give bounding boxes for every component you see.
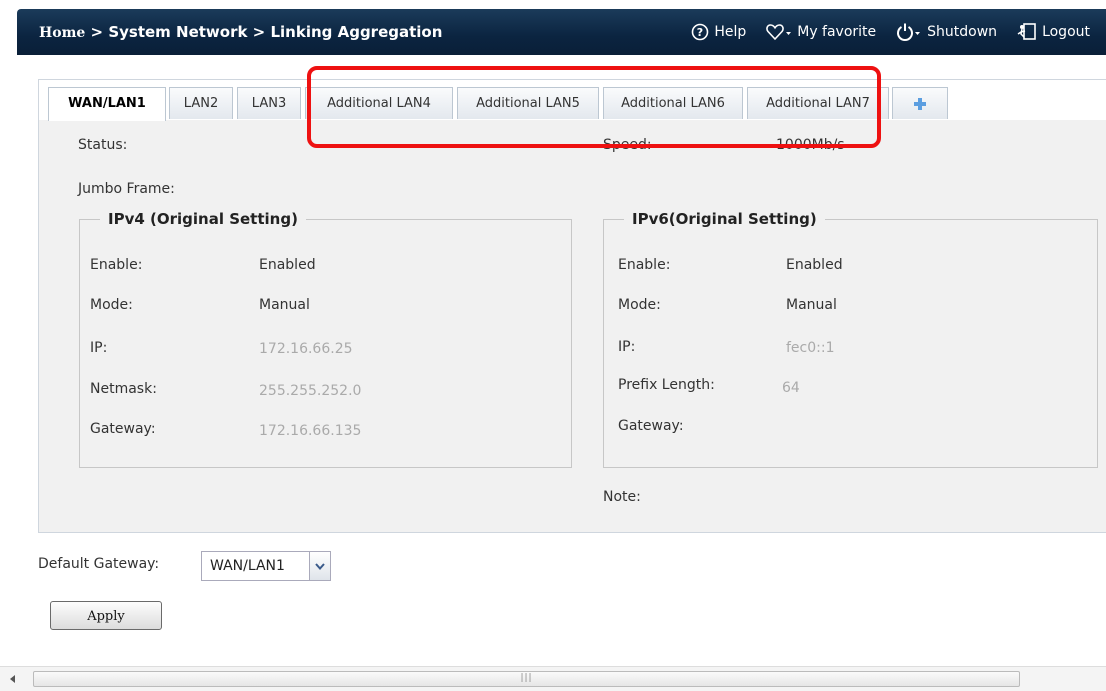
add-tab-icon (914, 97, 926, 110)
ipv4-gateway-value: 172.16.66.135 (259, 423, 362, 439)
my-favorite-label: My favorite (797, 24, 877, 40)
ipv6-prefix-length-label: Prefix Length: (618, 377, 715, 393)
shutdown-label: Shutdown (927, 24, 998, 40)
note-label: Note: (603, 489, 641, 505)
logout-button[interactable]: Logout (1017, 22, 1090, 42)
ipv4-netmask-label: Netmask: (90, 381, 157, 397)
ipv6-enable-value: Enabled (786, 257, 843, 273)
power-icon (897, 23, 921, 41)
ipv4-ip-value: 172.16.66.25 (259, 341, 353, 357)
svg-text:?: ? (697, 26, 703, 39)
horizontal-scrollbar[interactable]: ||| (0, 666, 1106, 691)
tab-lan3[interactable]: LAN3 (237, 87, 301, 119)
logout-label: Logout (1042, 24, 1090, 40)
logout-icon (1017, 23, 1036, 40)
jumbo-frame-label: Jumbo Frame: (78, 181, 175, 197)
ipv6-enable-label: Enable: (618, 257, 671, 273)
ipv4-mode-value: Manual (259, 297, 310, 313)
breadcrumb-current-page: Linking Aggregation (270, 23, 443, 41)
ipv6-mode-value: Manual (786, 297, 837, 313)
ipv4-netmask-value: 255.255.252.0 (259, 383, 362, 399)
help-label: Help (714, 24, 747, 40)
default-gateway-value: WAN/LAN1 (210, 558, 285, 574)
help-button[interactable]: ? Help (691, 23, 746, 41)
tab-lan2[interactable]: LAN2 (169, 87, 233, 119)
scroll-left-icon[interactable] (0, 669, 26, 689)
ipv4-enable-label: Enable: (90, 257, 143, 273)
default-gateway-label: Default Gateway: (38, 556, 160, 572)
ipv6-ip-value: fec0::1 (786, 340, 835, 356)
ipv4-ip-label: IP: (90, 340, 108, 356)
ipv4-legend: IPv4 (Original Setting) (108, 210, 298, 228)
ipv4-enable-value: Enabled (259, 257, 316, 273)
help-icon: ? (692, 23, 709, 41)
breadcrumb-separator: > (247, 23, 271, 41)
breadcrumb-system-network[interactable]: System Network (108, 23, 247, 41)
ipv6-mode-label: Mode: (618, 297, 661, 313)
ipv6-legend: IPv6(Original Setting) (632, 210, 817, 228)
ipv6-ip-label: IP: (618, 339, 636, 355)
shutdown-button[interactable]: Shutdown (896, 22, 997, 42)
ipv4-mode-label: Mode: (90, 297, 133, 313)
highlight-callout (307, 66, 881, 148)
my-favorite-button[interactable]: My favorite (766, 23, 876, 41)
heart-icon (766, 24, 792, 41)
ipv4-gateway-label: Gateway: (90, 421, 156, 437)
apply-button[interactable]: Apply (50, 601, 162, 630)
add-tab-button[interactable] (892, 87, 948, 119)
default-gateway-select[interactable]: WAN/LAN1 (201, 551, 331, 581)
top-header-bar: Home > System Network > Linking Aggregat… (17, 9, 1106, 55)
breadcrumb-separator: > (85, 23, 109, 41)
breadcrumb: Home > System Network > Linking Aggregat… (39, 9, 442, 55)
dropdown-arrow-icon[interactable] (309, 552, 330, 580)
status-label: Status: (78, 137, 128, 153)
breadcrumb-home[interactable]: Home (39, 25, 85, 41)
ipv6-prefix-length-value: 64 (782, 380, 800, 396)
scrollbar-thumb[interactable]: ||| (33, 671, 1020, 687)
ipv6-gateway-label: Gateway: (618, 418, 684, 434)
tab-wan-lan1[interactable]: WAN/LAN1 (48, 87, 166, 121)
